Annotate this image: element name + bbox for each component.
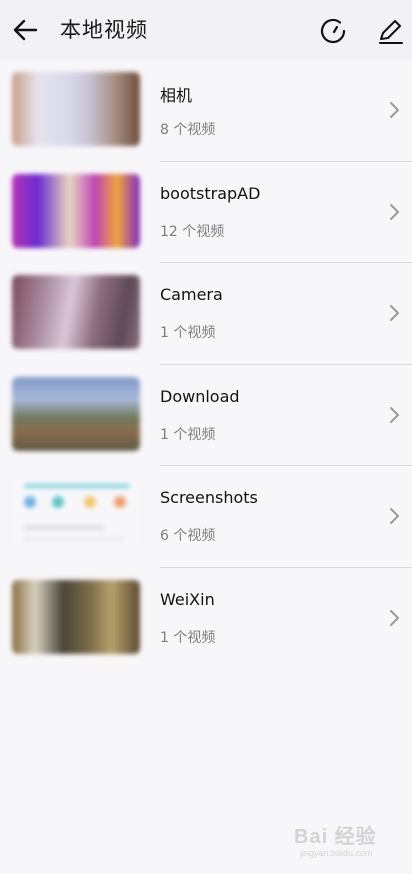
page-title: 本地视频	[60, 18, 148, 42]
arrow-left-icon	[13, 19, 38, 41]
folder-video-count: 1 个视频	[160, 325, 216, 341]
chevron-right-icon	[390, 508, 399, 524]
folder-item[interactable]: Screenshots 6 个视频	[0, 466, 412, 568]
folder-video-count: 8 个视频	[160, 122, 216, 138]
folder-thumbnail	[12, 173, 140, 248]
edit-button[interactable]	[375, 16, 405, 46]
folder-item[interactable]: WeiXin 1 个视频	[0, 568, 412, 670]
folder-name: bootstrapAD	[160, 183, 261, 203]
folder-video-count: 1 个视频	[160, 426, 216, 443]
watermark-text: Bai 经验	[294, 826, 377, 848]
folder-video-count: 6 个视频	[160, 528, 216, 544]
folder-thumbnail	[12, 275, 140, 349]
folder-name: Screenshots	[160, 488, 258, 507]
top-bar: 本地视频	[0, 0, 412, 60]
chevron-right-icon	[390, 406, 399, 423]
folder-name: 相机	[160, 86, 193, 105]
folder-item[interactable]: Camera 1 个视频	[0, 263, 412, 365]
folder-video-count: 12 个视频	[160, 223, 225, 240]
folder-item[interactable]: 相机 8 个视频	[0, 60, 412, 162]
chevron-right-icon	[390, 102, 399, 118]
chevron-right-icon	[390, 609, 399, 626]
chevron-right-icon	[390, 305, 399, 321]
back-button[interactable]	[10, 14, 42, 46]
folder-thumbnail	[12, 478, 140, 552]
folder-thumbnail	[12, 376, 140, 451]
folder-name: WeiXin	[160, 589, 215, 609]
pencil-icon	[379, 20, 403, 44]
folder-name: Camera	[160, 285, 223, 304]
refresh-button[interactable]	[318, 16, 348, 46]
folder-video-count: 1 个视频	[160, 629, 216, 646]
folder-item[interactable]: bootstrapAD 12 个视频	[0, 162, 412, 263]
folder-thumbnail	[12, 579, 140, 654]
folder-thumbnail	[12, 72, 140, 146]
folder-item[interactable]: Download 1 个视频	[0, 365, 412, 466]
baidu-jingyan-watermark: Bai 经验 jingyan.baidu.com	[294, 818, 406, 866]
chevron-right-icon	[390, 203, 399, 220]
folder-list: 相机 8 个视频 bootstrapAD 12 个视频 Camera 1 个视频…	[0, 60, 412, 669]
refresh-icon	[320, 18, 346, 44]
watermark-url: jingyan.baidu.com	[300, 848, 373, 858]
folder-name: Download	[160, 386, 240, 406]
